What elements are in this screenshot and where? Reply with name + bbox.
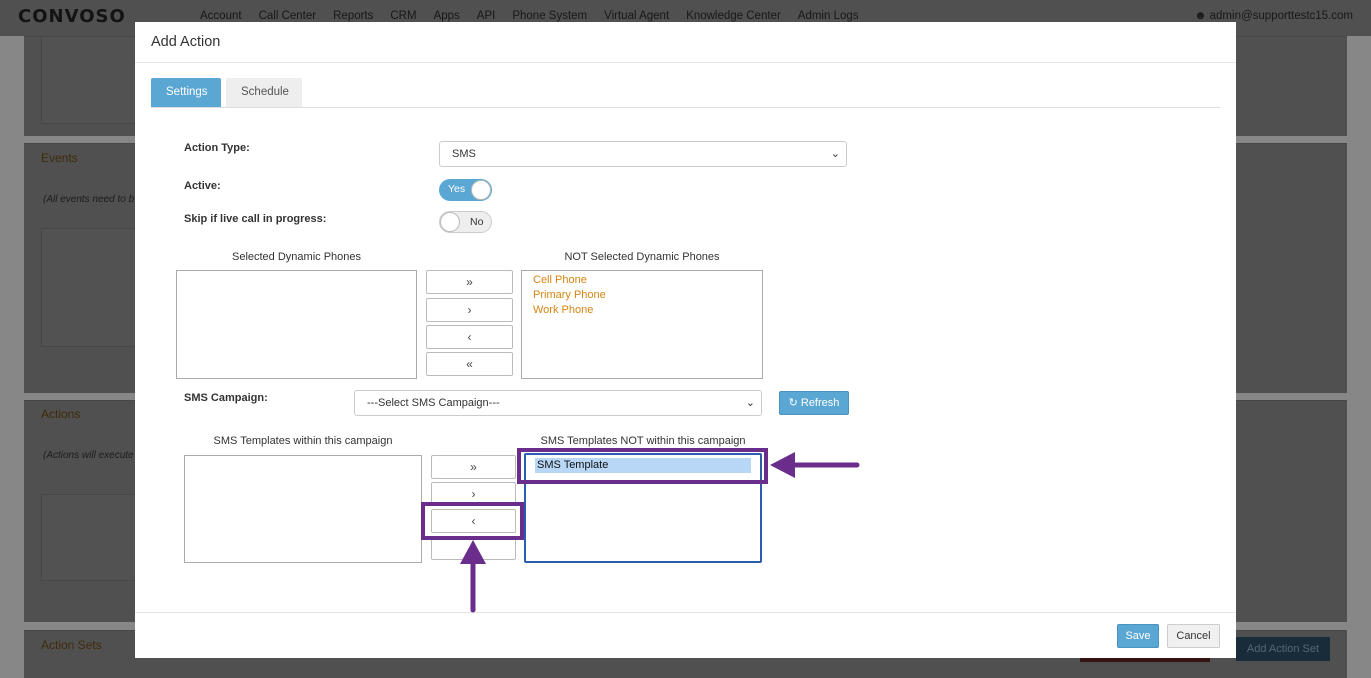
annotation-arrows — [460, 452, 860, 613]
arrow-left-icon — [770, 452, 860, 478]
arrow-up-icon — [460, 540, 486, 613]
